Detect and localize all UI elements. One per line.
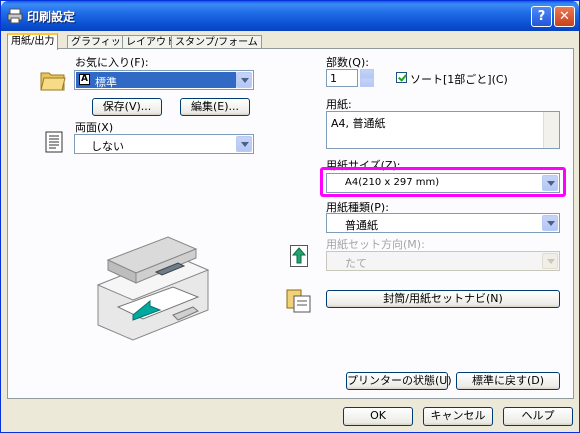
printer-illustration [96, 236, 210, 341]
title-bar: 印刷設定 ? ✕ [1, 1, 579, 31]
chevron-down-icon[interactable] [236, 136, 252, 152]
tab-paper-output[interactable]: 用紙/出力 [7, 33, 59, 50]
chevron-down-icon[interactable] [542, 175, 558, 191]
printer-status-button[interactable]: プリンターの状態(U) [346, 372, 452, 390]
paper-summary-box: A4, 普通紙 [326, 111, 560, 149]
copies-input[interactable]: 1 [326, 69, 358, 87]
window-title: 印刷設定 [27, 10, 76, 24]
paper-label: 用紙: [326, 98, 352, 111]
cancel-button[interactable]: キャンセル [423, 407, 493, 426]
copies-spinner[interactable] [360, 69, 374, 87]
save-button[interactable]: 保存(V)... [92, 98, 162, 116]
close-button[interactable]: ✕ [554, 6, 575, 27]
collate-checkbox[interactable] [396, 72, 407, 83]
chevron-down-icon[interactable] [236, 72, 252, 88]
print-settings-dialog: 印刷設定 ? ✕ 用紙/出力 グラフィックス レイアウト スタンプ/フォーム お… [0, 0, 580, 433]
feed-direction-label: 用紙セット方向(M): [326, 238, 425, 251]
up-arrow-icon [290, 245, 308, 267]
feed-direction-select[interactable]: たて [326, 251, 560, 271]
envelope-navi-button[interactable]: 封筒/用紙セットナビ(N) [326, 290, 560, 308]
feed-direction-value: たて [345, 257, 367, 270]
duplex-label: 両面(X) [75, 121, 114, 134]
tab-panel: お気に入り(F): A 標準 保存(V)... 編集(E)... 両面(X) し… [7, 48, 574, 399]
spin-down-icon[interactable] [360, 78, 374, 87]
copies-value: 1 [330, 72, 337, 85]
spin-up-icon[interactable] [360, 69, 374, 78]
chevron-down-icon[interactable] [542, 215, 558, 231]
paper-size-value: A4(210 x 297 mm) [345, 177, 440, 188]
help-title-button[interactable]: ? [531, 6, 552, 27]
scrollbar[interactable] [543, 112, 559, 148]
duplex-select[interactable]: しない [74, 134, 254, 154]
favorites-label: お気に入り(F): [75, 56, 149, 69]
favorite-a-icon: A [79, 74, 90, 85]
duplex-value: しない [91, 140, 124, 153]
edit-button[interactable]: 編集(E)... [180, 98, 250, 116]
document-icon [45, 131, 63, 153]
printer-icon [7, 8, 23, 24]
paper-type-value: 普通紙 [345, 219, 378, 232]
paper-size-select[interactable]: A4(210 x 297 mm) [326, 173, 560, 193]
favorites-select[interactable]: A 標準 [74, 70, 254, 90]
paper-summary: A4, 普通紙 [331, 117, 386, 130]
ok-button[interactable]: OK [343, 407, 413, 426]
envelope-paper-icon [286, 289, 311, 313]
chevron-down-icon[interactable] [542, 253, 558, 269]
favorites-value: 標準 [95, 76, 117, 89]
copies-label: 部数(Q): [326, 56, 369, 69]
folder-icon [40, 72, 66, 91]
restore-defaults-button[interactable]: 標準に戻す(D) [456, 372, 560, 390]
help-button[interactable]: ヘルプ [503, 407, 573, 426]
paper-type-select[interactable]: 普通紙 [326, 213, 560, 233]
collate-label: ソート[1部ごと](C) [410, 73, 508, 86]
